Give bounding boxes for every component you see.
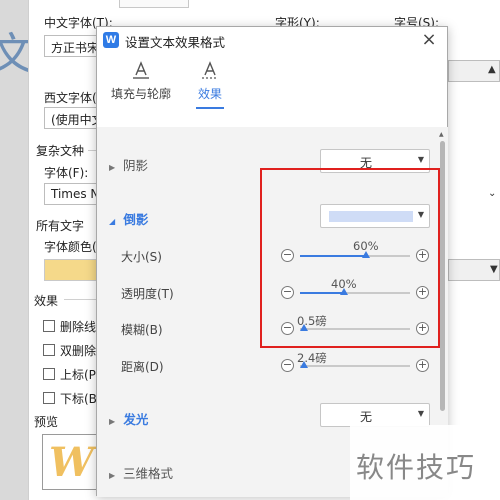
tab-fill-outline[interactable]: 填充与轮廓: [109, 59, 173, 102]
tab-bar: 填充与轮廓 效果: [97, 53, 447, 127]
western-font-field[interactable]: (使用中文: [44, 107, 104, 129]
tab-effects-label: 效果: [197, 87, 222, 101]
section-3d-format-label: 三维格式: [122, 466, 173, 481]
transparency-label: 透明度(T): [121, 287, 174, 301]
dialog-title: 设置文本效果格式: [125, 35, 226, 50]
distance-slider[interactable]: [300, 361, 410, 368]
caret-right-icon: ▶: [109, 471, 116, 480]
glow-dropdown[interactable]: 无 ▼: [320, 403, 430, 427]
scroll-up-icon[interactable]: ▲: [439, 131, 444, 138]
section-reflection-label: 倒影: [123, 212, 149, 227]
preview-label: 预览: [34, 415, 59, 429]
section-shadow-label: 阴影: [122, 158, 148, 173]
complex-font-field[interactable]: Times N: [44, 183, 100, 205]
watermark: 软件技巧: [356, 451, 477, 484]
dialog-titlebar[interactable]: W 设置文本效果格式 ×: [97, 27, 447, 53]
double-strikethrough-checkbox[interactable]: [43, 344, 55, 356]
preview-text: W: [49, 439, 94, 486]
strikethrough-label: 删除线: [60, 320, 97, 334]
font-label: 字体(F):: [44, 166, 89, 180]
distance-label: 距离(D): [121, 360, 164, 374]
wps-app-icon: W: [103, 32, 119, 48]
caret-down-icon: ◢: [109, 217, 116, 226]
chevron-down-icon: ▼: [417, 409, 424, 418]
close-button[interactable]: ×: [419, 29, 439, 50]
distance-slider-thumb[interactable]: [300, 361, 308, 368]
chevron-up-icon[interactable]: ▲: [488, 64, 496, 75]
font-dialog-tab[interactable]: [119, 0, 189, 8]
subscript-checkbox[interactable]: [43, 392, 55, 404]
distance-increase-button[interactable]: +: [416, 359, 429, 372]
complex-script-label: 复杂文种: [36, 144, 85, 158]
size-label: 大小(S): [121, 250, 162, 264]
strikethrough-checkbox[interactable]: [43, 320, 55, 332]
all-text-label: 所有文字: [36, 219, 85, 233]
superscript-checkbox[interactable]: [43, 368, 55, 380]
text-fill-outline-icon: [133, 61, 149, 79]
section-3d-format[interactable]: ▶ 三维格式: [109, 463, 173, 482]
scrollbar-thumb[interactable]: [440, 141, 445, 411]
section-glow[interactable]: ▶ 发光: [109, 409, 148, 428]
distance-decrease-button[interactable]: −: [281, 359, 294, 372]
effects-label: 效果: [34, 294, 59, 308]
highlight-annotation: [260, 168, 440, 348]
document-edge: 文: [0, 0, 34, 500]
text-effect-icon: [202, 61, 218, 79]
caret-right-icon: ▶: [109, 417, 116, 426]
blur-label: 模糊(B): [121, 323, 163, 337]
caret-right-icon: ▶: [109, 163, 116, 172]
glow-dropdown-value: 无: [359, 410, 372, 424]
chevron-down-icon[interactable]: ⌄: [488, 188, 496, 199]
chinese-font-field[interactable]: 方正书宋: [44, 35, 104, 57]
font-color-swatch[interactable]: [44, 259, 98, 281]
double-strikethrough-label: 双删除: [60, 344, 97, 358]
chevron-down-icon: ▼: [417, 155, 424, 164]
section-shadow[interactable]: ▶ 阴影: [109, 155, 148, 174]
divider: [64, 299, 96, 300]
font-color-label: 字体颜色(: [44, 240, 97, 254]
dropdown-arrow-icon[interactable]: ▼: [490, 264, 498, 275]
section-reflection[interactable]: ◢ 倒影: [109, 209, 148, 228]
tab-effects[interactable]: 效果: [193, 59, 227, 109]
section-glow-label: 发光: [123, 412, 149, 427]
active-tab-indicator: [196, 107, 224, 109]
tab-fill-outline-label: 填充与轮廓: [110, 87, 171, 101]
superscript-label: 上标(P: [60, 368, 96, 382]
preview-area: W: [42, 434, 102, 490]
subscript-label: 下标(B: [60, 392, 97, 406]
